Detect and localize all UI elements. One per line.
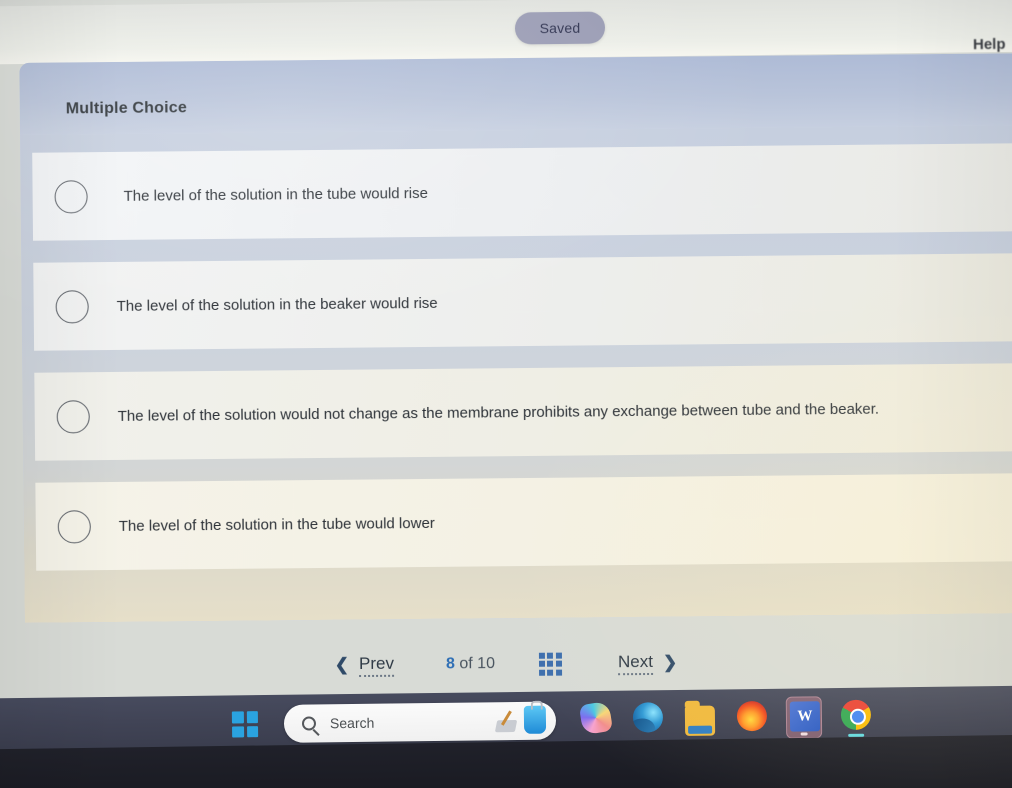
- taskbar-app-copilot[interactable]: [578, 699, 615, 741]
- taskbar-search-input[interactable]: Search: [283, 701, 557, 743]
- firefox-icon: [736, 700, 768, 732]
- taskbar-app-icons: W: [578, 696, 874, 742]
- answer-option-2[interactable]: The level of the solution in the beaker …: [33, 253, 1012, 351]
- chevron-left-icon: ❮: [334, 655, 350, 675]
- copilot-icon: [578, 700, 614, 736]
- answer-option-4[interactable]: The level of the solution in the tube wo…: [35, 473, 1012, 571]
- chrome-icon: [840, 699, 872, 731]
- file-explorer-icon: [684, 705, 716, 736]
- taskbar-app-chrome[interactable]: [838, 696, 875, 738]
- chevron-right-icon: ❯: [662, 652, 678, 672]
- paint-icon[interactable]: [523, 705, 547, 734]
- answer-option-4-label: The level of the solution in the tube wo…: [118, 514, 435, 535]
- question-navigation: ❮ Prev 8 of 10 Next ❯: [0, 636, 1012, 691]
- snipping-tool-icon[interactable]: [494, 708, 522, 734]
- next-button-label: Next: [617, 651, 654, 675]
- prev-button-label: Prev: [358, 653, 395, 677]
- section-title: Multiple Choice: [65, 99, 188, 118]
- prev-question-button[interactable]: ❮ Prev: [334, 653, 395, 677]
- taskbar-app-edge[interactable]: [630, 698, 667, 740]
- answer-option-1[interactable]: The level of the solution in the tube wo…: [32, 143, 1012, 241]
- total-question-count: 10: [477, 655, 496, 673]
- edge-icon: [632, 702, 664, 733]
- windows-logo-icon[interactable]: [231, 711, 259, 738]
- question-grid-icon[interactable]: [538, 652, 563, 676]
- question-counter: 8 of 10: [446, 655, 495, 673]
- counter-of-label: of: [459, 655, 473, 673]
- quiz-card-header: Multiple Choice: [19, 53, 1012, 135]
- options-list: The level of the solution in the tube wo…: [20, 125, 1012, 623]
- quiz-card: Multiple Choice The level of the solutio…: [19, 53, 1012, 623]
- search-pill-icons: [494, 705, 547, 735]
- answer-option-3-label: The level of the solution would not chan…: [117, 400, 880, 425]
- answer-option-3[interactable]: The level of the solution would not chan…: [34, 363, 1012, 461]
- screen-photo: Saved Help Multiple Choice The level of …: [0, 0, 1012, 788]
- answer-option-2-label: The level of the solution in the beaker …: [116, 294, 438, 315]
- taskbar-app-firefox[interactable]: [734, 697, 771, 739]
- taskbar-app-file-explorer[interactable]: [682, 698, 719, 740]
- help-link[interactable]: Help: [973, 36, 1006, 53]
- radio-button-1[interactable]: [54, 179, 88, 214]
- taskbar-app-word[interactable]: W: [785, 696, 823, 739]
- status-badge-saved: Saved: [514, 11, 606, 45]
- radio-button-3[interactable]: [56, 399, 90, 434]
- current-question-number: 8: [445, 655, 455, 673]
- search-placeholder: Search: [329, 714, 375, 732]
- answer-option-1-label: The level of the solution in the tube wo…: [123, 184, 429, 205]
- word-active-indicator: [800, 732, 808, 736]
- next-question-button[interactable]: Next ❯: [617, 651, 678, 675]
- radio-button-2[interactable]: [55, 289, 89, 324]
- search-icon: [301, 716, 317, 731]
- browser-page: Saved Help Multiple Choice The level of …: [0, 0, 1012, 700]
- word-icon: W: [789, 701, 821, 732]
- radio-button-4[interactable]: [57, 509, 91, 544]
